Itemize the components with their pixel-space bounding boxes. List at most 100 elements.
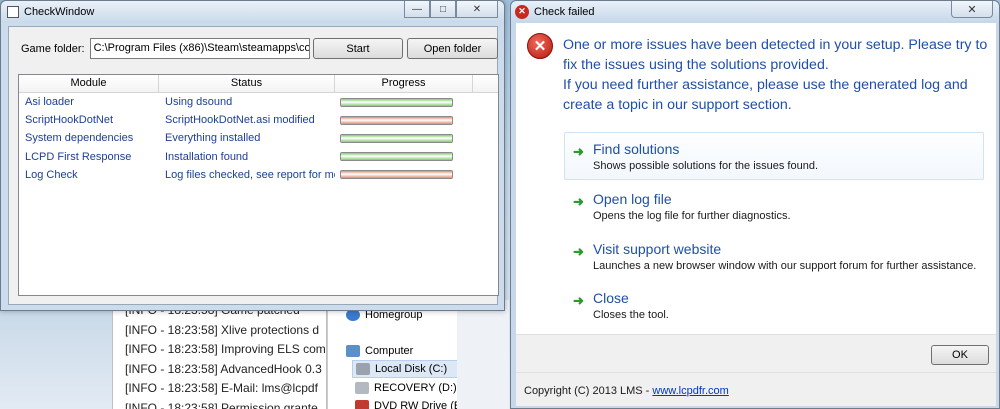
explorer-item-dvd[interactable]: DVD RW Drive (E:)	[355, 397, 457, 409]
table-row[interactable]: Log Check Log files checked, see report f…	[19, 166, 498, 184]
option-title: Visit support website	[593, 241, 722, 257]
module-progress	[335, 133, 473, 143]
option-title: Open log file	[593, 191, 672, 207]
table-row[interactable]: ScriptHookDotNet ScriptHookDotNet.asi mod…	[19, 111, 498, 129]
message-line: If you need further assistance, please u…	[563, 77, 968, 113]
progress-bar-fill	[341, 171, 452, 179]
module-name: System dependencies	[25, 132, 134, 145]
module-name: ScriptHookDotNet	[25, 114, 114, 127]
explorer-item-label: RECOVERY (D:)	[374, 382, 457, 394]
log-line: [INFO - 18:23:58] AdvancedHook 0.3	[125, 361, 322, 376]
background-log-window: [INFO - 18:23:58] Game patched [INFO - 1…	[112, 300, 327, 409]
option-visit-support-website[interactable]: ➜ Visit support website Launches a new b…	[564, 232, 984, 280]
dialog-titlebar[interactable]: ✕ Check failed	[511, 1, 999, 22]
log-line: [INFO - 18:23:58] Improving ELS com	[125, 342, 326, 356]
open-folder-button[interactable]: Open folder	[407, 38, 498, 59]
green-arrow-icon: ➜	[573, 144, 584, 159]
explorer-item-label: Computer	[365, 345, 414, 357]
app-icon	[7, 6, 19, 18]
error-message: One or more issues have been detected in…	[563, 35, 988, 115]
log-line: [INFO - 18:23:58] E-Mail: lms@lcpdf	[125, 381, 318, 395]
game-folder-label: Game folder:	[21, 42, 85, 55]
option-description: Closes the tool.	[593, 309, 669, 321]
ok-button[interactable]: OK	[931, 345, 989, 365]
check-window-client: Game folder: C:\Program Files (x86)\Stea…	[8, 26, 499, 305]
explorer-item-computer[interactable]: Computer	[346, 342, 413, 360]
column-header-module[interactable]: Module	[19, 75, 159, 92]
option-find-solutions[interactable]: ➜ Find solutions Shows possible solution…	[564, 132, 984, 180]
option-open-log-file[interactable]: ➜ Open log file Opens the log file for f…	[564, 182, 984, 230]
maximize-button[interactable]: □	[430, 1, 456, 18]
explorer-item-label: Local Disk (C:)	[375, 363, 448, 375]
option-description: Opens the log file for further diagnosti…	[593, 210, 791, 222]
option-description: Launches a new browser window with our s…	[593, 260, 977, 272]
module-status: Installation found	[165, 150, 249, 163]
progress-bar-fill	[341, 116, 452, 124]
module-progress	[335, 97, 473, 107]
module-status: Everything installed	[165, 132, 261, 145]
message-line: One or more issues have been detected in…	[563, 37, 988, 73]
window-title: CheckWindow	[24, 6, 95, 18]
table-row[interactable]: LCPD First Response Installation found	[19, 148, 498, 166]
module-name: LCPD First Response	[25, 150, 132, 163]
option-title: Close	[593, 290, 629, 306]
explorer-item-label: DVD RW Drive (E:)	[374, 400, 457, 409]
module-list: Module Status Progress Asi loader Using d…	[18, 74, 499, 296]
dialog-button-area: OK	[516, 334, 996, 372]
list-header: Module Status Progress	[19, 75, 498, 93]
log-line: [INFO - 18:23:58] Xlive protections d	[125, 322, 320, 337]
module-rows: Asi loader Using dsound ScriptHookDotNet Sc…	[19, 93, 498, 184]
game-folder-row: Game folder: C:\Program Files (x86)\Stea…	[21, 38, 310, 59]
table-row[interactable]: System dependencies Everything installed	[19, 129, 498, 147]
background-panel	[457, 300, 509, 409]
background-explorer-pane: Homegroup Computer Local Disk (C:) RECOV…	[327, 300, 457, 409]
progress-bar-fill	[341, 98, 452, 106]
progress-bar-fill	[341, 153, 452, 161]
module-progress	[335, 170, 473, 180]
dialog-content: ✕ One or more issues have been detected …	[516, 23, 996, 334]
green-arrow-icon: ➜	[573, 194, 584, 209]
progress-bar	[340, 115, 453, 125]
game-folder-input[interactable]: C:\Program Files (x86)\Steam\steamapps\c…	[89, 38, 310, 59]
website-link[interactable]: www.lcpdfr.com	[652, 385, 728, 397]
error-icon: ✕	[515, 4, 529, 19]
close-icon: ✕	[472, 3, 482, 15]
module-name: Asi loader	[25, 96, 74, 109]
green-arrow-icon: ➜	[573, 244, 584, 259]
module-progress	[335, 115, 473, 125]
column-header-status[interactable]: Status	[159, 75, 335, 92]
copyright-text: Copyright (C) 2013 LMS -	[524, 385, 653, 397]
progress-bar-fill	[341, 134, 452, 142]
dialog-title: Check failed	[534, 5, 595, 18]
option-description: Shows possible solutions for the issues …	[593, 160, 819, 172]
close-button[interactable]: ✕	[456, 1, 498, 18]
minimize-icon: —	[412, 3, 422, 15]
progress-bar	[340, 97, 453, 107]
drive-icon	[355, 382, 369, 394]
dialog-close-button[interactable]: ✕	[951, 1, 993, 18]
explorer-item-local-disk[interactable]: Local Disk (C:)	[352, 360, 457, 378]
hard-drive-icon	[356, 363, 370, 375]
check-window: CheckWindow — □ ✕ Game folder: C:\Progra…	[0, 0, 505, 311]
dialog-footer: Copyright (C) 2013 LMS - www.lcpdfr.com	[516, 372, 996, 406]
computer-icon	[346, 345, 360, 357]
check-failed-dialog: ✕ Check failed ✕ ✕ One or more issues ha…	[510, 0, 1000, 409]
error-icon: ✕	[527, 33, 553, 59]
desktop-background	[0, 310, 112, 409]
explorer-item-recovery[interactable]: RECOVERY (D:)	[355, 379, 457, 397]
module-name: Log Check	[25, 168, 78, 181]
close-icon: ✕	[967, 3, 977, 16]
minimize-button[interactable]: —	[404, 1, 430, 18]
window-controls: — □ ✕	[404, 1, 498, 18]
option-title: Find solutions	[593, 141, 680, 157]
column-header-progress[interactable]: Progress	[335, 75, 473, 92]
option-close[interactable]: ➜ Close Closes the tool.	[564, 281, 984, 329]
module-status: Log files checked, see report for mo	[165, 168, 335, 181]
module-progress	[335, 152, 473, 162]
module-status: Using dsound	[165, 96, 233, 109]
table-row[interactable]: Asi loader Using dsound	[19, 93, 498, 111]
green-arrow-icon: ➜	[573, 293, 584, 308]
start-button[interactable]: Start	[313, 38, 403, 59]
maximize-icon: □	[439, 3, 447, 15]
progress-bar	[340, 133, 453, 143]
